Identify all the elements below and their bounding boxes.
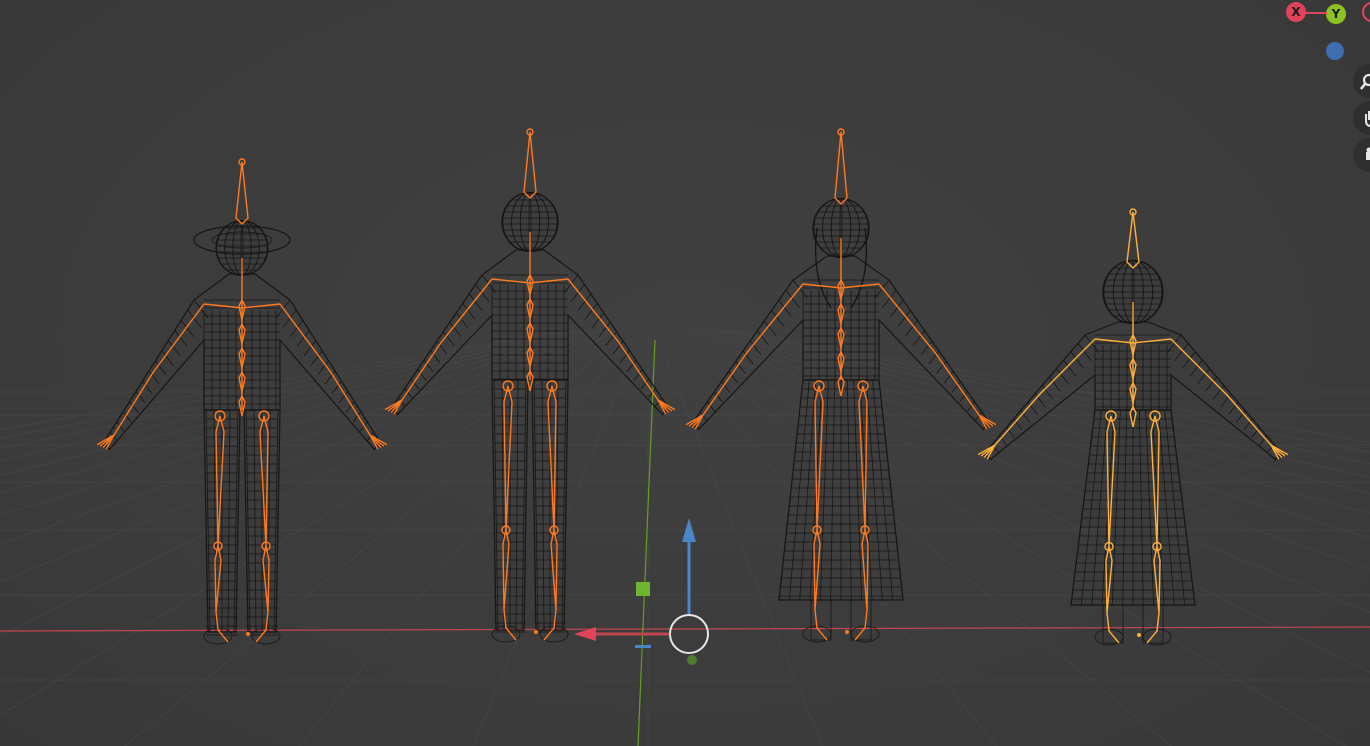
z-arrow[interactable] — [682, 518, 696, 614]
y-axis-dot[interactable] — [687, 655, 697, 665]
zoom-icon — [1360, 73, 1370, 90]
yz-plane-handle[interactable] — [636, 582, 650, 596]
hand-pan-icon — [1365, 111, 1370, 127]
y-axis-line — [637, 339, 656, 746]
y-axis-label: Y — [1331, 7, 1341, 21]
scene-canvas[interactable] — [0, 0, 1370, 746]
x-axis-label: X — [1291, 5, 1301, 19]
transform-gizmo[interactable] — [574, 518, 709, 665]
free-move-ring[interactable] — [669, 614, 709, 654]
gizmo-x-line — [1305, 12, 1327, 14]
z-axis-ball[interactable] — [1326, 42, 1344, 60]
character-hat[interactable] — [96, 158, 388, 645]
character-hat-armature[interactable] — [96, 158, 388, 643]
xy-plane-handle[interactable] — [635, 645, 651, 648]
x-axis-ball[interactable]: X — [1286, 2, 1306, 22]
character-child[interactable] — [977, 208, 1289, 646]
camera-icon — [1366, 147, 1370, 160]
y-axis-ball[interactable]: Y — [1326, 4, 1346, 24]
character-short-hair[interactable] — [384, 128, 676, 643]
3d-viewport[interactable]: X Y — [0, 0, 1370, 746]
